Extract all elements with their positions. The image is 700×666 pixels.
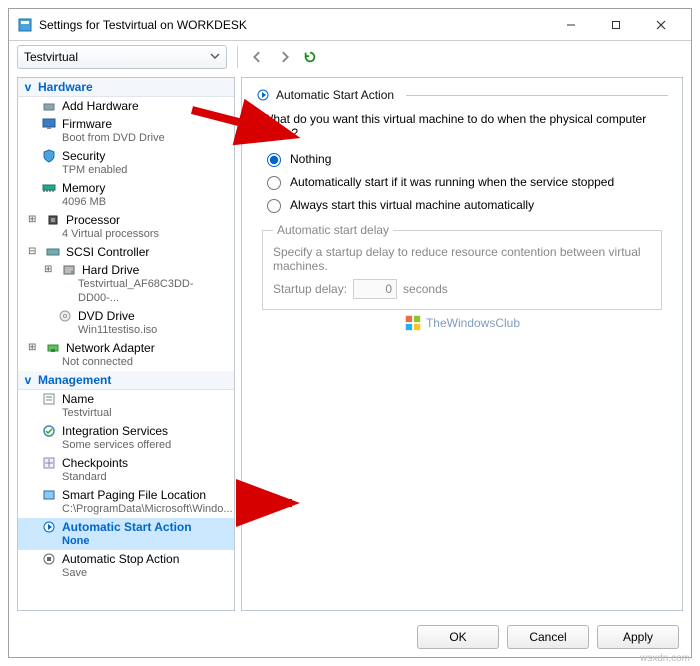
cpu-icon (46, 213, 60, 227)
expand-icon[interactable]: ⊞ (28, 341, 38, 355)
delay-unit: seconds (403, 282, 448, 296)
titlebar: Settings for Testvirtual on WORKDESK (9, 9, 691, 41)
tree-firmware[interactable]: Firmware Boot from DVD Drive (18, 115, 234, 147)
collapse-icon: v (22, 373, 34, 387)
settings-tree[interactable]: v Hardware Add Hardware Firmware Boot fr… (17, 77, 235, 611)
pane-title: Automatic Start Action (276, 88, 394, 102)
expand-icon[interactable]: ⊞ (44, 263, 54, 277)
tree-scsi-controller[interactable]: ⊟SCSI Controller (18, 243, 234, 261)
ok-button[interactable]: OK (417, 625, 499, 649)
firmware-icon (42, 117, 56, 131)
tree-memory[interactable]: Memory 4096 MB (18, 179, 234, 211)
integration-icon (42, 424, 56, 438)
tree-checkpoints[interactable]: Checkpoints Standard (18, 454, 234, 486)
cancel-button[interactable]: Cancel (507, 625, 589, 649)
nav-forward-button[interactable] (274, 47, 294, 67)
watermark-logo: TheWindowsClub (404, 314, 520, 332)
paging-icon (42, 488, 56, 502)
tree-automatic-start-action[interactable]: Automatic Start Action None (18, 518, 234, 550)
collapse-icon: v (22, 80, 34, 94)
checkpoint-icon (42, 456, 56, 470)
stop-action-icon (42, 552, 56, 566)
tree-security[interactable]: Security TPM enabled (18, 147, 234, 179)
window-title: Settings for Testvirtual on WORKDESK (39, 18, 548, 32)
delay-legend: Automatic start delay (273, 223, 393, 237)
settings-window: Settings for Testvirtual on WORKDESK Tes… (8, 8, 692, 658)
tree-smart-paging[interactable]: Smart Paging File Location C:\ProgramDat… (18, 486, 234, 518)
controller-icon (46, 245, 60, 259)
collapse-icon[interactable]: ⊟ (28, 245, 38, 259)
name-icon (42, 392, 56, 406)
hardware-section-header[interactable]: v Hardware (18, 78, 234, 97)
add-hardware-icon (42, 99, 56, 113)
nav-back-button[interactable] (248, 47, 268, 67)
vm-selector-text: Testvirtual (24, 50, 78, 64)
tree-integration-services[interactable]: Integration Services Some services offer… (18, 422, 234, 454)
delay-description: Specify a startup delay to reduce resour… (273, 245, 651, 273)
toolbar: Testvirtual (9, 41, 691, 73)
dialog-footer: OK Cancel Apply (9, 615, 691, 657)
tree-dvd-drive[interactable]: DVD Drive Win11testiso.iso (18, 307, 234, 339)
disc-icon (58, 309, 72, 323)
minimize-button[interactable] (548, 10, 593, 40)
chevron-down-icon (210, 50, 220, 64)
radio-nothing[interactable]: Nothing (262, 150, 668, 167)
tree-processor[interactable]: ⊞Processor 4 Virtual processors (18, 211, 234, 243)
disk-icon (62, 263, 76, 277)
vm-selector[interactable]: Testvirtual (17, 45, 227, 69)
tree-name[interactable]: Name Testvirtual (18, 390, 234, 422)
pane-question: What do you want this virtual machine to… (262, 112, 668, 140)
tree-automatic-stop-action[interactable]: Automatic Stop Action Save (18, 550, 234, 582)
refresh-button[interactable] (300, 47, 320, 67)
memory-icon (42, 181, 56, 195)
startup-delay-input[interactable] (353, 279, 397, 299)
network-icon (46, 341, 60, 355)
corner-watermark: wsxdn.com (640, 653, 690, 664)
app-icon (17, 17, 33, 33)
content-pane: Automatic Start Action What do you want … (241, 77, 683, 611)
management-section-header[interactable]: v Management (18, 371, 234, 390)
start-action-icon (42, 520, 56, 534)
apply-button[interactable]: Apply (597, 625, 679, 649)
radio-auto-if-running[interactable]: Automatically start if it was running wh… (262, 173, 668, 190)
radio-always-start[interactable]: Always start this virtual machine automa… (262, 196, 668, 213)
shield-icon (42, 149, 56, 163)
maximize-button[interactable] (593, 10, 638, 40)
tree-add-hardware[interactable]: Add Hardware (18, 97, 234, 115)
tree-hard-drive[interactable]: ⊞Hard Drive Testvirtual_AF68C3DD-DD00-..… (18, 261, 234, 307)
tree-network-adapter[interactable]: ⊞Network Adapter Not connected (18, 339, 234, 371)
delay-label: Startup delay: (273, 282, 347, 296)
automatic-start-delay-group: Automatic start delay Specify a startup … (262, 223, 662, 310)
close-button[interactable] (638, 10, 683, 40)
start-action-icon (256, 88, 270, 102)
expand-icon[interactable]: ⊞ (28, 213, 38, 227)
